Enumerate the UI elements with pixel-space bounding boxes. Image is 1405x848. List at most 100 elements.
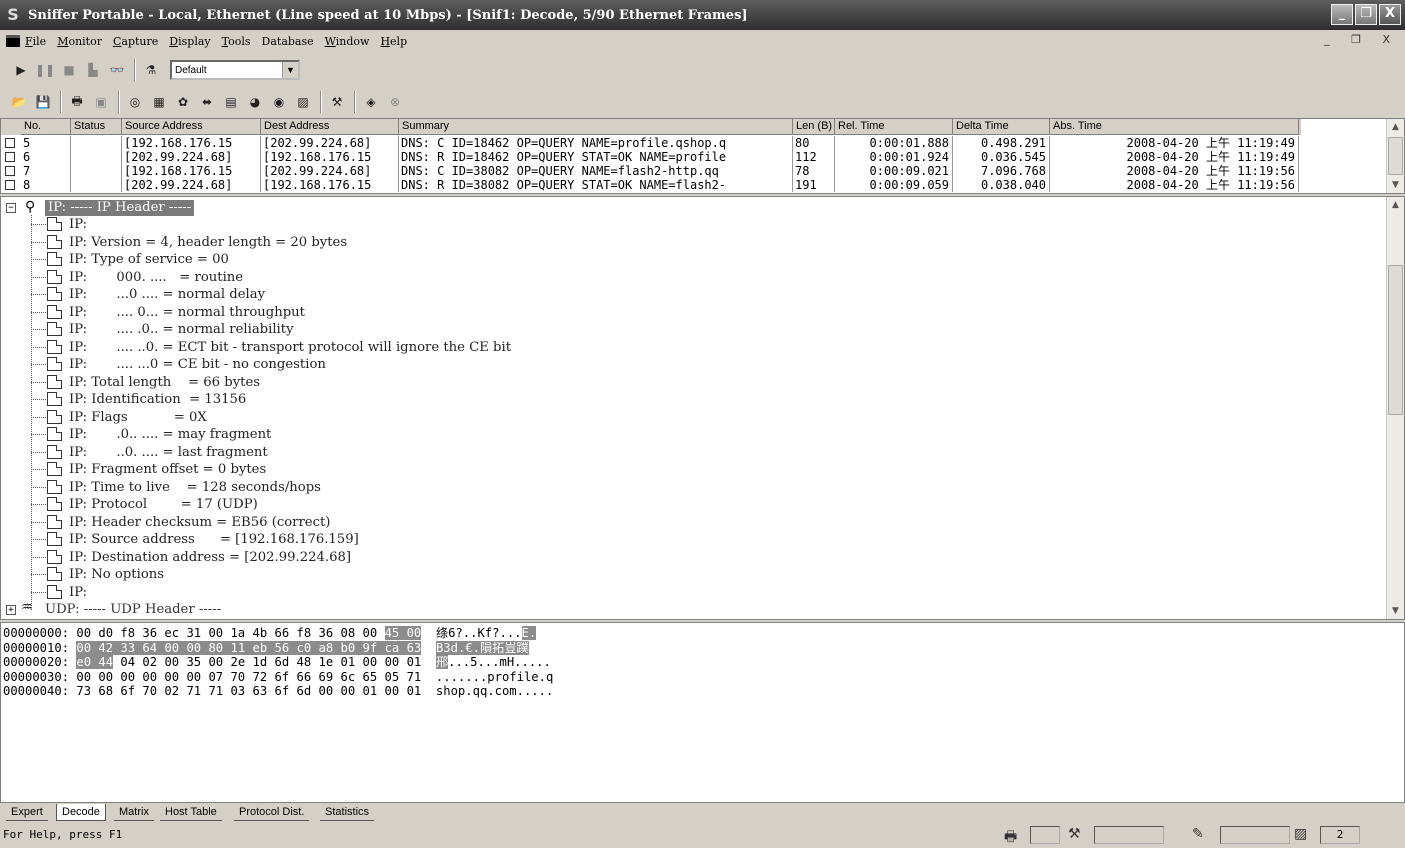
host-table-icon[interactable]: ▦ bbox=[148, 91, 170, 113]
decode-field-line[interactable]: IP: Protocol = 17 (UDP) bbox=[69, 496, 258, 514]
decode-field-line[interactable]: IP: Total length = 66 bytes bbox=[69, 374, 260, 392]
table-row[interactable]: 8 [202.99.224.68] [192.168.176.15 DNS: R ID… bbox=[1, 178, 1301, 192]
help-icon[interactable]: ◈ bbox=[360, 91, 382, 113]
decode-field-line[interactable]: IP: Identification = 13156 bbox=[69, 391, 246, 409]
hex-line[interactable]: 00000040: 73 68 6f 70 02 71 71 03 63 6f … bbox=[3, 684, 553, 699]
main-toolbar: 📂 💾 🖶 ▣ ◎ ▦ ✿ ⬌ ▤ ◕ ◉ ▨ ⚒ ◈ ⊗ bbox=[0, 86, 1405, 118]
decode-field-line[interactable]: IP: .... .0.. = normal reliability bbox=[69, 321, 294, 339]
table-row[interactable]: 5 [192.168.176.15 [202.99.224.68] DNS: C ID… bbox=[1, 136, 1301, 150]
tab-decode[interactable]: Decode bbox=[56, 804, 106, 821]
stop-capture-icon[interactable]: ■ bbox=[58, 59, 80, 81]
tab-protocol-dist[interactable]: Protocol Dist. bbox=[234, 804, 310, 821]
summary-scrollbar[interactable]: ▲ ▼ bbox=[1386, 119, 1404, 193]
decode-field-line[interactable]: IP: .... ...0 = CE bit - no congestion bbox=[69, 356, 326, 374]
menu-help[interactable]: Help bbox=[380, 35, 407, 48]
decode-field-line[interactable]: IP: No options bbox=[69, 566, 164, 584]
decode-field-line[interactable]: IP: Time to live = 128 seconds/hops bbox=[69, 479, 321, 497]
display-binoculars-icon[interactable]: 👓 bbox=[106, 59, 128, 81]
tab-statistics[interactable]: Statistics bbox=[320, 804, 375, 821]
decode-field-line[interactable]: IP: bbox=[69, 584, 87, 602]
decode-field-line[interactable]: IP: .0.. .... = may fragment bbox=[69, 426, 271, 444]
chevron-down-icon[interactable]: ▼ bbox=[282, 62, 298, 78]
udp-header-node[interactable]: UDP: ----- UDP Header ----- bbox=[45, 601, 221, 619]
col-status[interactable]: Status bbox=[71, 119, 122, 135]
scroll-thumb[interactable] bbox=[1388, 137, 1403, 175]
decode-field-line[interactable]: IP: .... ..0. = ECT bit - transport prot… bbox=[69, 339, 511, 357]
stop-display-icon[interactable]: ▙ bbox=[82, 59, 104, 81]
tab-matrix[interactable]: Matrix bbox=[114, 804, 154, 821]
row-marker-icon bbox=[5, 180, 15, 190]
menu-capture[interactable]: Capture bbox=[113, 35, 158, 48]
col-rel-time[interactable]: Rel. Time bbox=[835, 119, 953, 135]
tab-expert[interactable]: Expert bbox=[6, 804, 48, 821]
filter-profile-select[interactable]: Default ▼ bbox=[170, 60, 300, 80]
menu-monitor[interactable]: Monitor bbox=[57, 35, 102, 48]
define-filter-icon[interactable]: ⚗ bbox=[140, 59, 162, 81]
menu-display[interactable]: Display bbox=[169, 35, 210, 48]
protocol-distribution-icon[interactable]: ◕ bbox=[244, 91, 266, 113]
menu-database[interactable]: Database bbox=[262, 35, 314, 48]
col-delta-time[interactable]: Delta Time bbox=[953, 119, 1050, 135]
decode-field-line[interactable]: IP: Type of service = 00 bbox=[69, 251, 229, 269]
menu-file[interactable]: File bbox=[25, 35, 46, 48]
scroll-thumb[interactable] bbox=[1388, 265, 1403, 415]
close-button[interactable]: X bbox=[1379, 4, 1401, 25]
window-controls: _ ❐ X bbox=[1331, 4, 1401, 25]
decode-field-line[interactable]: IP: 000. .... = routine bbox=[69, 269, 243, 287]
collapse-ip-icon[interactable]: − bbox=[6, 203, 16, 213]
decode-field-line[interactable]: IP: .... 0... = normal throughput bbox=[69, 304, 305, 322]
expand-udp-icon[interactable]: + bbox=[6, 605, 16, 615]
field-doc-icon bbox=[47, 357, 62, 371]
matrix-icon[interactable]: ✿ bbox=[172, 91, 194, 113]
context-help-icon[interactable]: ⊗ bbox=[384, 91, 406, 113]
decode-scrollbar[interactable]: ▲ ▼ bbox=[1386, 197, 1404, 619]
menu-tools[interactable]: Tools bbox=[222, 35, 251, 48]
history-samples-icon[interactable]: ▤ bbox=[220, 91, 242, 113]
decode-field-line[interactable]: IP: Version = 4, header length = 20 byte… bbox=[69, 234, 347, 252]
scroll-down-icon[interactable]: ▼ bbox=[1387, 177, 1404, 193]
decode-field-line[interactable]: IP: Destination address = [202.99.224.68… bbox=[69, 549, 351, 567]
print-preview-icon[interactable]: ▣ bbox=[90, 91, 112, 113]
scroll-up-icon[interactable]: ▲ bbox=[1387, 119, 1404, 135]
application-response-icon[interactable]: ⬌ bbox=[196, 91, 218, 113]
hex-line[interactable]: 00000000: 00 d0 f8 36 ec 31 00 1a 4b 66 … bbox=[3, 626, 537, 641]
scroll-down-icon[interactable]: ▼ bbox=[1387, 603, 1404, 619]
ip-header-node[interactable]: IP: ----- IP Header ----- bbox=[45, 200, 195, 216]
table-row[interactable]: 6 [202.99.224.68] [192.168.176.15 DNS: R ID… bbox=[1, 150, 1301, 164]
col-source[interactable]: Source Address bbox=[122, 119, 261, 135]
pause-capture-icon[interactable]: ❚❚ bbox=[34, 59, 56, 81]
document-menu-icon[interactable] bbox=[6, 35, 20, 47]
alarm-log-icon[interactable]: ▨ bbox=[292, 91, 314, 113]
expert-icon[interactable]: ⚒ bbox=[326, 91, 348, 113]
tab-host-table[interactable]: Host Table bbox=[160, 804, 222, 821]
decode-field-line[interactable]: IP: Header checksum = EB56 (correct) bbox=[69, 514, 330, 532]
save-icon[interactable]: 💾 bbox=[32, 91, 54, 113]
hex-line[interactable]: 00000030: 00 00 00 00 00 00 07 70 72 6f … bbox=[3, 670, 553, 685]
decode-field-line[interactable]: IP: Fragment offset = 0 bytes bbox=[69, 461, 266, 479]
hex-line[interactable]: 00000010: 00 42 33 64 00 00 80 11 eb 56 … bbox=[3, 640, 529, 656]
table-row[interactable]: 7 [192.168.176.15 [202.99.224.68] DNS: C ID… bbox=[1, 164, 1301, 178]
maximize-button[interactable]: ❐ bbox=[1355, 4, 1377, 25]
col-summary[interactable]: Summary bbox=[399, 119, 793, 135]
decode-field-line[interactable]: IP: ...0 .... = normal delay bbox=[69, 286, 265, 304]
decode-field-line[interactable]: IP: Flags = 0X bbox=[69, 409, 207, 427]
col-abs-time[interactable]: Abs. Time bbox=[1050, 119, 1299, 135]
col-no[interactable]: No. bbox=[21, 119, 71, 135]
minimize-button[interactable]: _ bbox=[1331, 4, 1353, 25]
global-statistics-icon[interactable]: ◉ bbox=[268, 91, 290, 113]
mdi-controls[interactable]: _ ❐ X bbox=[1324, 33, 1399, 46]
hex-off: 00000010: bbox=[3, 640, 70, 655]
decode-field-line[interactable]: IP: Source address = [192.168.176.159] bbox=[69, 531, 359, 549]
hex-line[interactable]: 00000020: e0 44 04 02 00 35 00 2e 1d 6d … bbox=[3, 655, 551, 670]
menu-window[interactable]: Window bbox=[325, 35, 370, 48]
print-icon[interactable]: 🖶 bbox=[66, 91, 88, 113]
decode-field-line[interactable]: IP: ..0. .... = last fragment bbox=[69, 444, 268, 462]
decode-field-line[interactable]: IP: bbox=[69, 216, 87, 234]
scroll-up-icon[interactable]: ▲ bbox=[1387, 197, 1404, 213]
start-capture-icon[interactable]: ▶ bbox=[10, 59, 32, 81]
col-dest[interactable]: Dest Address bbox=[261, 119, 399, 135]
col-len[interactable]: Len (B) bbox=[793, 119, 835, 135]
table-cell: [192.168.176.15 bbox=[122, 164, 261, 178]
open-icon[interactable]: 📂 bbox=[8, 91, 30, 113]
dashboard-icon[interactable]: ◎ bbox=[124, 91, 146, 113]
